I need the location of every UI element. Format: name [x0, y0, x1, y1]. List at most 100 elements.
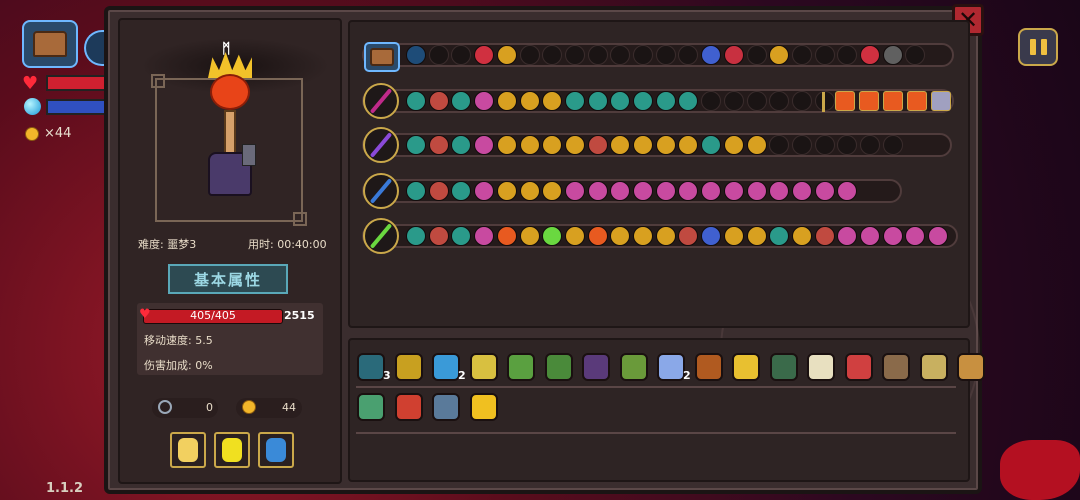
item-icon[interactable]: [807, 353, 835, 381]
rune-icon[interactable]: [633, 91, 653, 111]
pause-button[interactable]: [1018, 28, 1058, 66]
rune-icon[interactable]: [496, 91, 517, 111]
item-icon[interactable]: [619, 353, 648, 381]
hud-chest-button[interactable]: [22, 20, 78, 68]
item-icon[interactable]: [732, 353, 760, 381]
rune-icon[interactable]: [701, 226, 722, 246]
rune-icon[interactable]: [564, 91, 585, 111]
weapon-slot[interactable]: [363, 127, 399, 163]
rune-icon[interactable]: [406, 45, 426, 65]
section-title-basic-attributes[interactable]: 基本属性: [168, 264, 288, 294]
rune-icon[interactable]: [791, 226, 812, 246]
rune-icon[interactable]: [882, 226, 903, 246]
passive-rune-icon[interactable]: [931, 91, 951, 111]
equipment-slot[interactable]: [258, 432, 294, 468]
rune-icon[interactable]: [655, 135, 676, 155]
weapon-slot[interactable]: [363, 218, 399, 254]
rune-icon[interactable]: [564, 181, 585, 201]
rune-icon[interactable]: [791, 181, 812, 201]
rune-icon[interactable]: [723, 181, 744, 201]
empty-rune-slot[interactable]: [655, 45, 676, 65]
item-icon[interactable]: [469, 353, 498, 381]
rune-icon[interactable]: [587, 181, 608, 201]
rune-icon[interactable]: [746, 226, 767, 246]
item-icon[interactable]: [507, 353, 535, 381]
rune-icon[interactable]: [587, 226, 608, 246]
empty-rune-slot[interactable]: [882, 135, 903, 155]
equipment-slot[interactable]: [170, 432, 206, 468]
weapon-slot[interactable]: [363, 83, 399, 119]
rune-icon[interactable]: [564, 226, 585, 246]
item-icon[interactable]: [882, 353, 910, 381]
rune-icon[interactable]: [496, 181, 517, 201]
rune-icon[interactable]: [882, 45, 903, 65]
rune-icon[interactable]: [519, 135, 540, 155]
rune-icon[interactable]: [474, 181, 495, 201]
item-icon[interactable]: [357, 393, 385, 421]
empty-rune-slot[interactable]: [746, 91, 767, 111]
rune-icon[interactable]: [406, 91, 426, 111]
rune-icon[interactable]: [655, 91, 676, 111]
item-icon[interactable]: [357, 353, 385, 381]
empty-rune-slot[interactable]: [633, 45, 653, 65]
rune-icon[interactable]: [723, 226, 744, 246]
item-icon[interactable]: [469, 393, 498, 421]
rune-icon[interactable]: [633, 135, 653, 155]
rune-icon[interactable]: [496, 135, 517, 155]
rune-icon[interactable]: [655, 226, 676, 246]
empty-rune-slot[interactable]: [791, 91, 812, 111]
rune-icon[interactable]: [860, 226, 880, 246]
rune-icon[interactable]: [587, 91, 608, 111]
empty-rune-slot[interactable]: [587, 45, 608, 65]
rune-icon[interactable]: [496, 226, 517, 246]
equipment-slot[interactable]: [214, 432, 250, 468]
empty-rune-slot[interactable]: [746, 45, 767, 65]
item-icon[interactable]: [394, 393, 423, 421]
rune-icon[interactable]: [655, 181, 676, 201]
rune-icon[interactable]: [746, 181, 767, 201]
chest-slot[interactable]: [364, 42, 400, 72]
rune-icon[interactable]: [746, 135, 767, 155]
rune-icon[interactable]: [587, 135, 608, 155]
rune-icon[interactable]: [519, 226, 540, 246]
rune-icon[interactable]: [474, 91, 495, 111]
rune-icon[interactable]: [723, 135, 744, 155]
passive-rune-icon[interactable]: [907, 91, 927, 111]
empty-rune-slot[interactable]: [519, 45, 540, 65]
empty-rune-slot[interactable]: [723, 91, 744, 111]
empty-rune-slot[interactable]: [860, 135, 880, 155]
empty-rune-slot[interactable]: [791, 135, 812, 155]
item-icon[interactable]: [432, 393, 460, 421]
rune-icon[interactable]: [564, 135, 585, 155]
passive-rune-icon[interactable]: [859, 91, 879, 111]
item-icon[interactable]: [657, 353, 685, 381]
rune-icon[interactable]: [814, 181, 835, 201]
empty-rune-slot[interactable]: [428, 45, 449, 65]
rune-icon[interactable]: [428, 226, 449, 246]
rune-icon[interactable]: [428, 91, 449, 111]
rune-icon[interactable]: [701, 135, 722, 155]
item-icon[interactable]: [432, 353, 460, 381]
rune-icon[interactable]: [406, 226, 426, 246]
rune-icon[interactable]: [701, 181, 722, 201]
empty-rune-slot[interactable]: [814, 45, 835, 65]
rune-icon[interactable]: [496, 45, 517, 65]
item-icon[interactable]: [582, 353, 610, 381]
rune-icon[interactable]: [814, 226, 835, 246]
rune-icon[interactable]: [633, 181, 653, 201]
rune-icon[interactable]: [474, 135, 495, 155]
rune-icon[interactable]: [519, 91, 540, 111]
weapon-slot[interactable]: [363, 173, 399, 209]
item-icon[interactable]: [544, 353, 573, 381]
item-icon[interactable]: [844, 353, 873, 381]
item-icon[interactable]: [769, 353, 798, 381]
rune-icon[interactable]: [474, 226, 495, 246]
rune-icon[interactable]: [701, 45, 722, 65]
passive-rune-icon[interactable]: [835, 91, 855, 111]
rune-icon[interactable]: [474, 45, 495, 65]
rune-icon[interactable]: [406, 135, 426, 155]
rune-icon[interactable]: [519, 181, 540, 201]
rune-icon[interactable]: [928, 226, 949, 246]
empty-rune-slot[interactable]: [701, 91, 722, 111]
empty-rune-slot[interactable]: [564, 45, 585, 65]
